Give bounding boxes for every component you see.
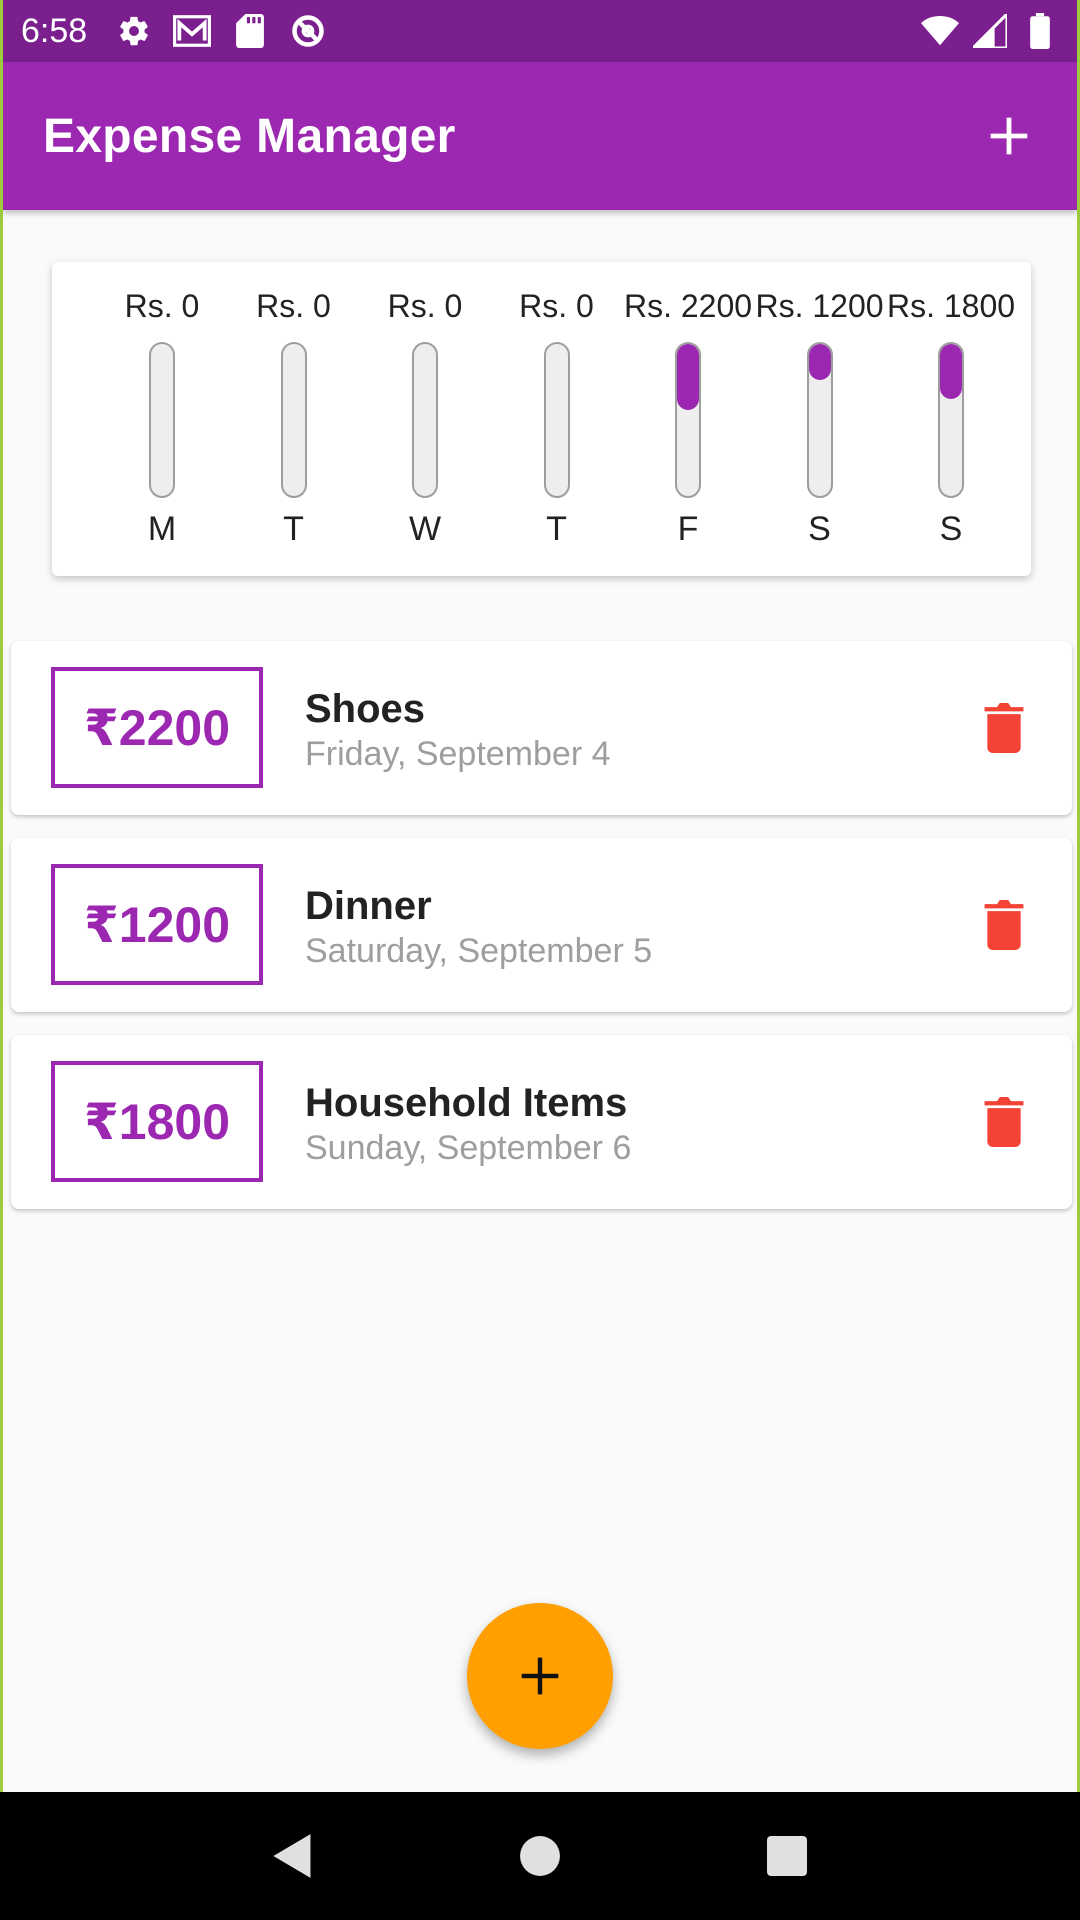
recents-button[interactable] [757,1826,817,1886]
expense-amount: ₹2200 [51,667,263,788]
weekly-chart: Rs. 0 M Rs. 0 T Rs. 0 W Rs. 0 T Rs. 2200 F Rs. 120… [52,262,1031,576]
expense-amount: ₹1800 [51,1061,263,1182]
chart-column: Rs. 1800 S [885,262,1017,576]
chart-bar-track [675,342,701,498]
delete-button[interactable] [979,1093,1029,1151]
chart-amount-label: Rs. 0 [519,288,594,324]
back-icon [273,1834,311,1878]
expense-date: Saturday, September 5 [305,932,653,970]
expense-date: Sunday, September 6 [305,1129,632,1167]
plus-icon [521,1657,559,1695]
chart-amount-label: Rs. 0 [256,288,331,324]
chart-bar-track [412,342,438,498]
back-button[interactable] [263,1826,323,1886]
expense-item: ₹1800 Household Items Sunday, September … [11,1035,1072,1209]
app-screen: 6:58 Expense Manager Rs. 0 M Rs. 0 T Rs.… [3,0,1077,1792]
chart-column: Rs. 0 M [96,262,228,576]
chart-bar-track [938,342,964,498]
settings-icon [115,12,153,50]
chart-day-label: F [677,510,699,548]
expense-amount: ₹1200 [51,864,263,985]
delete-button[interactable] [979,699,1029,757]
chart-bar-fill [677,344,699,410]
add-expense-button[interactable] [981,108,1037,164]
chart-bar-track [149,342,175,498]
trash-icon [984,703,1024,753]
chart-bar-track [543,342,570,498]
home-button[interactable] [510,1826,570,1886]
chart-bar-track [806,342,833,498]
chart-day-label: S [939,510,963,548]
navigation-bar [0,1792,1080,1920]
trash-icon [984,900,1024,950]
trash-icon [984,1097,1024,1147]
signal-icon [971,12,1009,50]
expense-title: Shoes [305,687,426,731]
chart-amount-label: Rs. 0 [124,288,200,324]
wifi-icon [921,12,959,50]
chart-day-label: M [147,510,177,548]
data-saver-icon [289,12,327,50]
expense-title: Dinner [305,884,432,928]
delete-button[interactable] [979,896,1029,954]
chart-amount-label: Rs. 2200 [623,288,753,324]
chart-day-label: T [546,510,567,548]
home-icon [520,1836,560,1876]
chart-column: Rs. 2200 F [622,262,754,576]
chart-amount-label: Rs. 1800 [886,288,1016,324]
expense-item: ₹1200 Dinner Saturday, September 5 [11,838,1072,1012]
sd-card-icon [231,12,269,50]
chart-column: Rs. 0 T [228,262,360,576]
chart-amount-label: Rs. 0 [387,288,463,324]
chart-bar-fill [940,344,962,399]
recents-icon [766,1836,807,1876]
chart-column: Rs. 0 T [491,262,623,576]
app-title: Expense Manager [43,109,456,163]
expense-item: ₹2200 Shoes Friday, September 4 [11,641,1072,815]
chart-day-label: T [283,510,304,548]
chart-day-label: W [408,510,442,548]
add-fab-button[interactable] [467,1603,613,1749]
chart-day-label: S [808,510,831,548]
chart-bar-fill [808,344,831,380]
chart-bar-track [280,342,307,498]
expense-date: Friday, September 4 [305,735,611,773]
expense-title: Household Items [305,1081,628,1125]
app-bar: Expense Manager [3,62,1077,210]
chart-column: Rs. 0 W [359,262,491,576]
status-time: 6:58 [21,11,88,50]
chart-amount-label: Rs. 1200 [755,288,884,324]
status-bar: 6:58 [3,0,1077,62]
chart-column: Rs. 1200 S [754,262,886,576]
plus-icon [990,117,1028,155]
battery-icon [1021,12,1059,50]
gmail-icon [173,12,212,50]
